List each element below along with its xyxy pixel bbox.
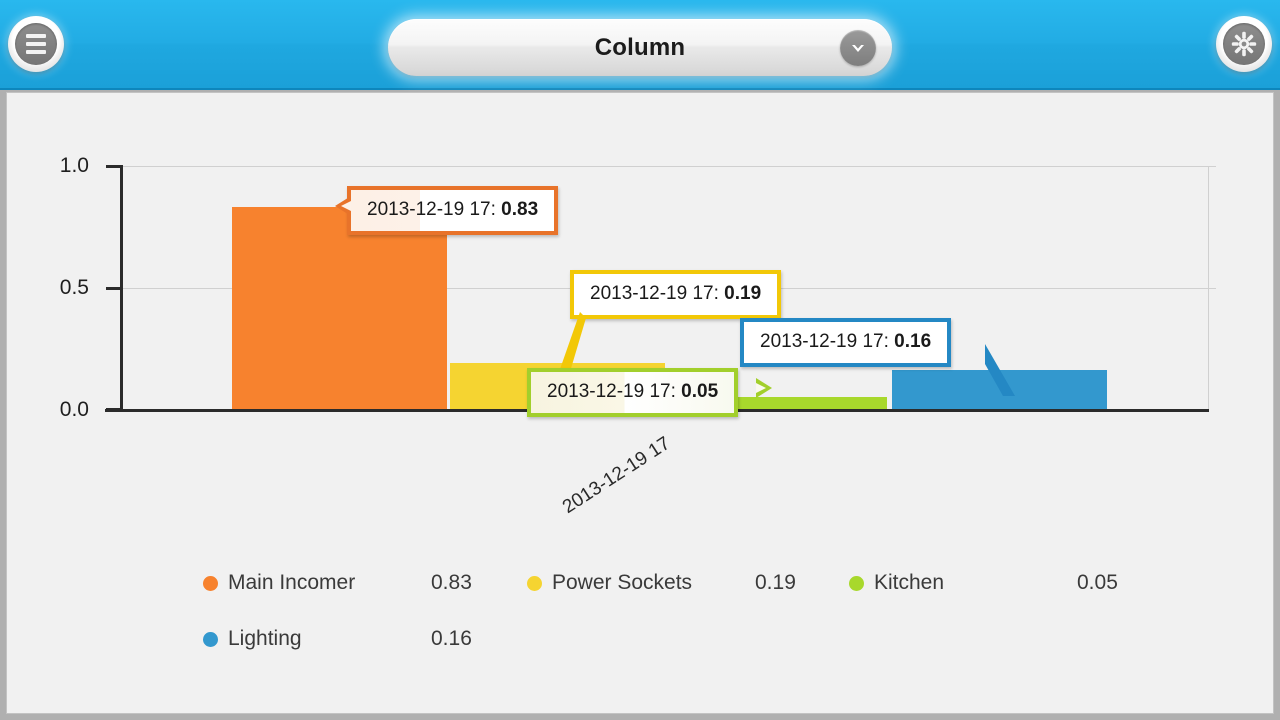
legend-swatch-lighting <box>203 631 218 647</box>
legend-value-power-sockets: 0.19 <box>755 571 796 594</box>
chart-type-dropdown[interactable]: Column <box>388 19 892 76</box>
legend-row-1: Main Incomer 0.83 Power Sockets 0.19 Kit… <box>203 555 1203 611</box>
chart-type-label: Column <box>594 33 686 61</box>
legend-item-kitchen[interactable]: Kitchen <box>849 571 1077 595</box>
tooltip-text-kitchen: 2013-12-19 17: <box>547 381 682 402</box>
tooltip-value-power-sockets: 0.19 <box>724 283 762 304</box>
chart-panel: 1.0 0.5 0.0 2013-12-19 17 2013-12-19 17:… <box>6 92 1274 714</box>
y-axis-label-0.5: 0.5 <box>59 276 89 299</box>
hamburger-menu-icon <box>15 23 57 65</box>
legend-value-main-incomer: 0.83 <box>431 571 472 594</box>
gear-icon <box>1223 23 1265 65</box>
legend-item-power-sockets[interactable]: Power Sockets <box>527 571 755 595</box>
y-axis-label-1.0: 1.0 <box>59 154 89 177</box>
tooltip-value-kitchen: 0.05 <box>681 381 719 402</box>
tooltip-value-lighting: 0.16 <box>894 331 932 352</box>
legend-swatch-power-sockets <box>527 575 542 591</box>
legend-item-main-incomer[interactable]: Main Incomer <box>203 571 431 595</box>
legend-label-main-incomer: Main Incomer <box>228 571 356 594</box>
tooltip-text-lighting: 2013-12-19 17: <box>760 331 895 352</box>
legend-label-kitchen: Kitchen <box>874 571 945 594</box>
legend-label-power-sockets: Power Sockets <box>552 571 693 594</box>
legend-value-lighting: 0.16 <box>431 627 472 650</box>
tooltip-kitchen[interactable]: 2013-12-19 17: 0.05 <box>527 368 773 417</box>
plot-frame-right <box>1208 166 1209 410</box>
tooltip-text-main-incomer: 2013-12-19 17: <box>367 199 502 220</box>
settings-button[interactable] <box>1216 16 1272 72</box>
tooltip-main-incomer[interactable]: 2013-12-19 17: 0.83 <box>335 186 559 235</box>
legend-swatch-kitchen <box>849 575 864 591</box>
y-tick-1.0 <box>106 165 121 168</box>
tooltip-lighting[interactable]: 2013-12-19 17: 0.16 <box>740 318 1016 396</box>
legend-swatch-main-incomer <box>203 575 218 591</box>
legend-label-lighting: Lighting <box>228 627 302 650</box>
menu-button[interactable] <box>8 16 64 72</box>
legend-row-2: Lighting 0.16 <box>203 611 1203 667</box>
tooltip-text-power-sockets: 2013-12-19 17: <box>590 283 725 304</box>
legend-item-lighting[interactable]: Lighting <box>203 627 431 651</box>
tooltip-value-main-incomer: 0.83 <box>501 199 539 220</box>
chevron-down-icon[interactable] <box>840 30 876 66</box>
bar-main-incomer[interactable] <box>232 207 447 409</box>
chart-legend: Main Incomer 0.83 Power Sockets 0.19 Kit… <box>203 555 1203 667</box>
app-title-bar: Column <box>0 0 1280 90</box>
y-axis-label-0.0: 0.0 <box>59 398 89 421</box>
legend-value-kitchen: 0.05 <box>1077 571 1118 594</box>
y-tick-0.5 <box>106 287 121 290</box>
tooltip-power-sockets[interactable]: 2013-12-19 17: 0.19 <box>552 270 782 392</box>
gridline-1.0 <box>121 166 1216 167</box>
x-axis-tick-label: 2013-12-19 17 <box>558 433 675 518</box>
y-tick-0.0 <box>106 408 121 411</box>
